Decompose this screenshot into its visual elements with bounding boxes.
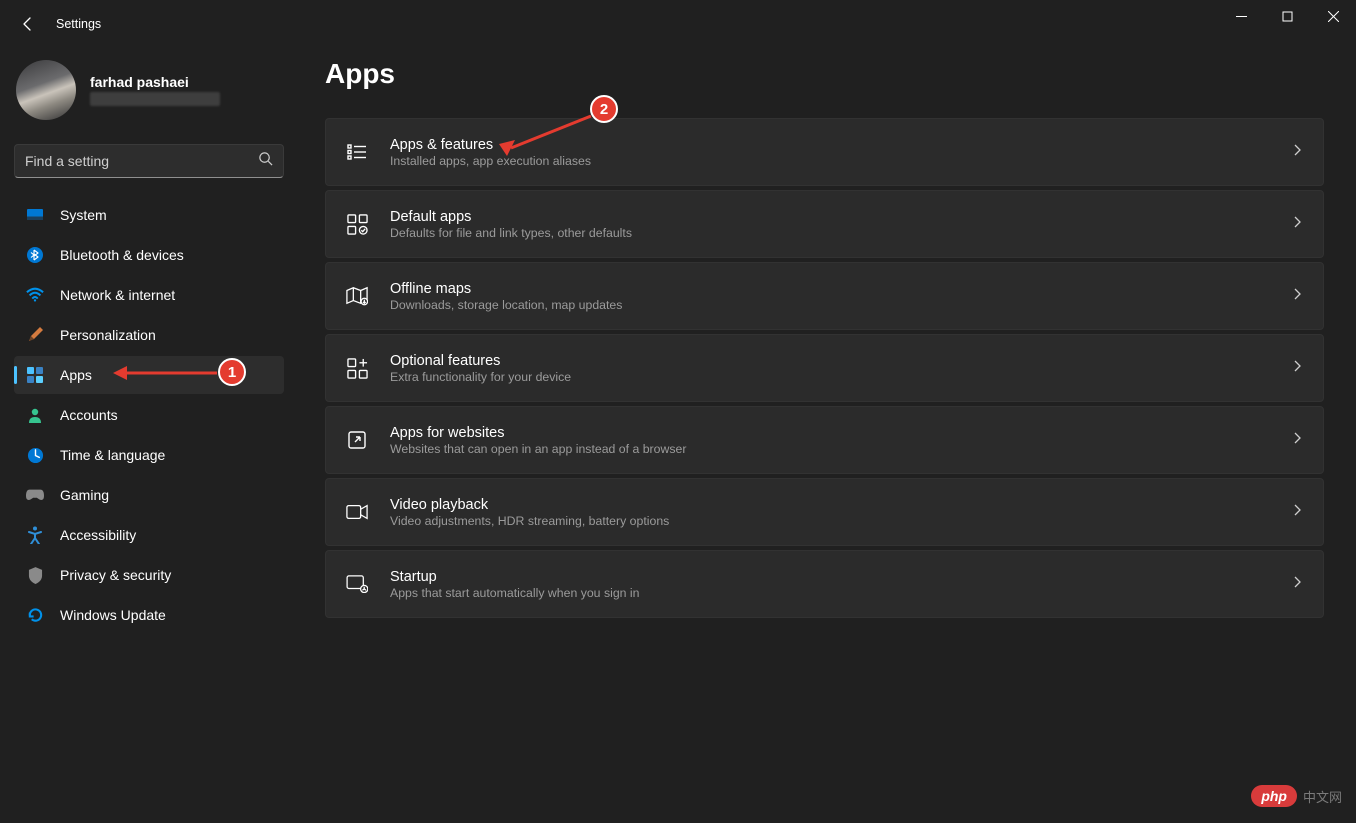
sidebar-item-label: Accessibility [60,527,136,543]
card-subtitle: Defaults for file and link types, other … [390,226,1269,240]
gamepad-icon [26,486,44,504]
titlebar: Settings [0,0,1356,48]
default-apps-icon [346,213,368,235]
sidebar-item-bluetooth[interactable]: Bluetooth & devices [14,236,284,274]
sidebar-item-label: Windows Update [60,607,166,623]
watermark-text: 中文网 [1303,787,1342,806]
profile-block[interactable]: farhad pashaei [14,56,296,136]
card-subtitle: Websites that can open in an app instead… [390,442,1269,456]
card-title: Offline maps [390,281,1269,297]
watermark: php 中文网 [1251,785,1342,807]
sidebar-item-label: Accounts [60,407,118,423]
sidebar-item-label: Apps [60,367,92,383]
minimize-button[interactable] [1218,0,1264,32]
maximize-button[interactable] [1264,0,1310,32]
watermark-logo: php [1251,785,1297,807]
sidebar-item-label: Privacy & security [60,567,171,583]
clock-globe-icon [26,446,44,464]
annotation-badge-1: 1 [218,358,246,386]
chevron-right-icon [1291,143,1303,161]
wifi-icon [26,286,44,304]
display-icon [26,206,44,224]
chevron-right-icon [1291,359,1303,377]
map-icon [346,285,368,307]
chevron-right-icon [1291,431,1303,449]
sidebar-item-label: Network & internet [60,287,175,303]
chevron-right-icon [1291,503,1303,521]
sidebar-item-personalization[interactable]: Personalization [14,316,284,354]
tiles-plus-icon [346,357,368,379]
window-title: Settings [56,17,101,31]
card-subtitle: Video adjustments, HDR streaming, batter… [390,514,1269,528]
card-title: Optional features [390,353,1269,369]
card-startup[interactable]: StartupApps that start automatically whe… [325,550,1324,618]
sidebar-item-label: Gaming [60,487,109,503]
search-field[interactable] [14,144,284,178]
sidebar-item-label: Personalization [60,327,156,343]
sidebar-item-label: Time & language [60,447,165,463]
chevron-right-icon [1291,287,1303,305]
list-icon [346,141,368,163]
card-subtitle: Downloads, storage location, map updates [390,298,1269,312]
sidebar-item-time-language[interactable]: Time & language [14,436,284,474]
sidebar-item-windows-update[interactable]: Windows Update [14,596,284,634]
card-default-apps[interactable]: Default appsDefaults for file and link t… [325,190,1324,258]
chevron-right-icon [1291,575,1303,593]
close-button[interactable] [1310,0,1356,32]
search-input[interactable] [25,153,258,169]
accessibility-icon [26,526,44,544]
sidebar-item-gaming[interactable]: Gaming [14,476,284,514]
page-title: Apps [325,58,1324,90]
card-title: Apps for websites [390,425,1269,441]
profile-email-masked [90,92,220,106]
sidebar-item-privacy[interactable]: Privacy & security [14,556,284,594]
sidebar: farhad pashaei System Bluetooth & device… [0,48,300,634]
open-external-icon [346,429,368,451]
card-subtitle: Apps that start automatically when you s… [390,586,1269,600]
card-title: Startup [390,569,1269,585]
video-icon [346,501,368,523]
profile-text: farhad pashaei [90,74,220,106]
apps-icon [26,366,44,384]
card-optional-features[interactable]: Optional featuresExtra functionality for… [325,334,1324,402]
sidebar-item-label: System [60,207,107,223]
annotation-arrow-1 [113,362,219,384]
nav: System Bluetooth & devices Network & int… [14,196,284,634]
window-controls [1218,0,1356,32]
shield-icon [26,566,44,584]
person-icon [26,406,44,424]
sidebar-item-network[interactable]: Network & internet [14,276,284,314]
update-icon [26,606,44,624]
sidebar-item-system[interactable]: System [14,196,284,234]
card-title: Video playback [390,497,1269,513]
card-title: Default apps [390,209,1269,225]
annotation-arrow-2 [497,112,597,156]
profile-name: farhad pashaei [90,74,220,90]
card-apps-for-websites[interactable]: Apps for websitesWebsites that can open … [325,406,1324,474]
startup-icon [346,573,368,595]
card-apps-features[interactable]: Apps & featuresInstalled apps, app execu… [325,118,1324,186]
card-subtitle: Extra functionality for your device [390,370,1269,384]
chevron-right-icon [1291,215,1303,233]
card-list: Apps & featuresInstalled apps, app execu… [325,118,1324,618]
paintbrush-icon [26,326,44,344]
sidebar-item-label: Bluetooth & devices [60,247,184,263]
search-icon [258,151,273,171]
avatar [16,60,76,120]
back-button[interactable] [18,14,38,34]
bluetooth-icon [26,246,44,264]
sidebar-item-accounts[interactable]: Accounts [14,396,284,434]
card-offline-maps[interactable]: Offline mapsDownloads, storage location,… [325,262,1324,330]
main-content: Apps Apps & featuresInstalled apps, app … [325,58,1324,618]
sidebar-item-accessibility[interactable]: Accessibility [14,516,284,554]
card-video-playback[interactable]: Video playbackVideo adjustments, HDR str… [325,478,1324,546]
